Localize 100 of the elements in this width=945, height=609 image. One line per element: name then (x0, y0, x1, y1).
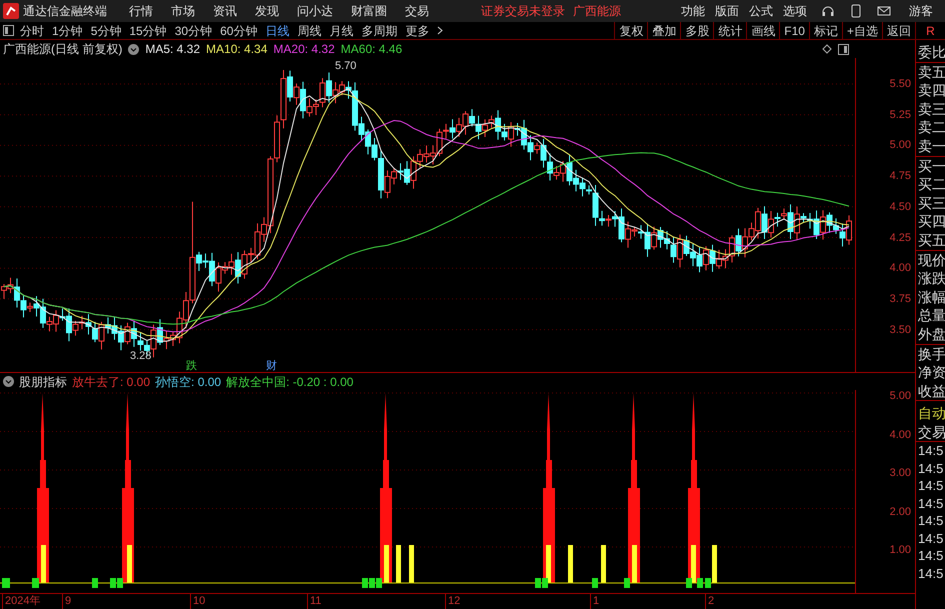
trade-label: 交易 (916, 422, 945, 442)
menu-item[interactable]: 选项 (783, 2, 807, 20)
menu-item[interactable]: 资讯 (213, 2, 237, 20)
menu-item[interactable]: 版面 (715, 2, 739, 20)
price-axis-label: 5.50 (890, 78, 911, 90)
quote-label: 买二 (917, 175, 945, 194)
quote-label: 卖一 (917, 136, 945, 156)
toolbar-button[interactable]: 多股 (680, 22, 714, 39)
price-axis-label: 5.00 (890, 139, 911, 152)
indicator-name: 股朋指标 (19, 374, 67, 390)
toolbar-button[interactable]: 叠加 (647, 22, 680, 39)
stock-name: 广西能源 (573, 3, 621, 20)
corner-label: R (915, 22, 945, 40)
quote-label: 净资 (917, 363, 945, 382)
auto-trade-label[interactable]: 自动 (916, 404, 945, 423)
chevron-right-icon[interactable] (437, 26, 444, 35)
toolbar-button[interactable]: 返回 (882, 22, 915, 39)
signal-bar (127, 545, 132, 583)
period-tab[interactable]: 5分钟 (90, 22, 122, 40)
quote-label: 委比 (917, 43, 945, 62)
panel-toggle-icon[interactable] (3, 25, 14, 36)
date-axis-label: 11 (307, 594, 322, 609)
low-price-label: 3.28 (130, 349, 152, 364)
trade-time: 14:5 (917, 494, 944, 512)
signal-bar (691, 545, 696, 583)
signal-bar (396, 545, 401, 583)
trade-time: 14:5 (917, 530, 944, 548)
event-mark[interactable]: 跌 (186, 358, 197, 374)
period-tab[interactable]: 日线 (265, 22, 290, 40)
quote-label: 买三 (917, 194, 945, 212)
headset-icon[interactable] (821, 4, 835, 18)
toolbar-button[interactable]: +自选 (842, 22, 882, 39)
signal-bar (632, 545, 637, 583)
menu-item[interactable]: 交易 (405, 2, 429, 20)
price-axis-label: 4.25 (890, 232, 911, 244)
quote-label: 涨幅 (917, 288, 945, 306)
period-tab[interactable]: 月线 (329, 22, 354, 40)
period-tab[interactable]: 多周期 (361, 22, 398, 40)
panel-toggle-icon[interactable] (838, 44, 849, 54)
trade-time: 14:5 (917, 547, 944, 565)
indicator-value: 放牛去了: 0.00 (72, 374, 150, 390)
chevron-down-icon[interactable] (3, 376, 14, 387)
signal-bar (409, 545, 414, 583)
date-axis-label: 1 (590, 594, 600, 609)
ma-value: MA60: 4.46 (340, 41, 402, 58)
signal-bar (568, 545, 573, 583)
toolbar-button[interactable]: 统计 (713, 22, 746, 39)
mail-icon[interactable] (877, 5, 891, 17)
ma-value: MA20: 4.32 (273, 41, 335, 58)
menu-item[interactable]: 行情 (129, 2, 153, 20)
toolbar-button[interactable]: 画线 (746, 22, 780, 39)
indicator-axis-label: 3.00 (890, 467, 911, 479)
period-tab[interactable]: 更多 (405, 22, 430, 40)
indicator-value: 孙悟空: 0.00 (155, 374, 222, 390)
toolbar-button[interactable]: F10 (779, 22, 809, 39)
menu-item[interactable]: 市场 (171, 2, 195, 20)
trade-time: 14:5 (917, 460, 944, 478)
period-tab[interactable]: 60分钟 (220, 22, 258, 40)
diamond-icon[interactable] (822, 44, 832, 54)
quote-label: 卖二 (917, 118, 945, 137)
toolbar-button[interactable]: 标记 (808, 22, 842, 39)
menu-item[interactable]: 公式 (749, 2, 773, 20)
quote-label: 卖四 (917, 81, 945, 100)
price-axis-label: 3.75 (890, 292, 911, 305)
signal-block (32, 578, 39, 588)
trade-time: 14:5 (917, 477, 944, 495)
period-tab[interactable]: 分时 (20, 22, 44, 40)
date-axis-label: 12 (445, 594, 460, 609)
high-price-label: 5.70 (335, 59, 356, 74)
date-axis-label: 10 (190, 594, 206, 609)
menu-item[interactable]: 发现 (255, 2, 279, 20)
chevron-down-icon[interactable] (128, 44, 140, 54)
ma-value: MA10: 4.34 (206, 41, 268, 58)
signal-bar (546, 545, 551, 583)
signal-block (2, 578, 10, 588)
menu-item[interactable]: 财富圈 (351, 2, 387, 20)
period-tab[interactable]: 1分钟 (52, 22, 83, 40)
quote-label: 卖三 (917, 100, 945, 118)
signal-bar (41, 545, 46, 583)
signal-block (624, 578, 630, 588)
toolbar-button[interactable]: 复权 (614, 22, 648, 39)
date-axis-label: 9 (62, 594, 72, 609)
app-title: 通达信金融终端 (23, 3, 107, 20)
indicator-value: 解放全中国: -0.20 : 0.00 (226, 374, 354, 390)
signal-block (92, 578, 98, 588)
period-tab[interactable]: 周线 (297, 22, 322, 40)
indicator-axis-label: 5.00 (890, 390, 911, 402)
login-notice: 证券交易未登录 (481, 3, 565, 20)
event-mark[interactable]: 财 (266, 358, 277, 374)
period-tab[interactable]: 30分钟 (174, 22, 212, 40)
menu-item[interactable]: 问小达 (297, 2, 333, 20)
period-tab[interactable]: 15分钟 (129, 22, 167, 40)
user-label[interactable]: 游客 (909, 2, 933, 20)
trade-time: 14:5 (917, 442, 944, 460)
ma-value: MA5: 4.32 (145, 41, 200, 58)
phone-icon[interactable] (851, 4, 861, 18)
logo-icon (3, 3, 19, 19)
price-axis-label: 4.50 (890, 200, 911, 213)
menu-item[interactable]: 功能 (681, 2, 705, 20)
date-axis-label: 2024年 (2, 594, 40, 609)
